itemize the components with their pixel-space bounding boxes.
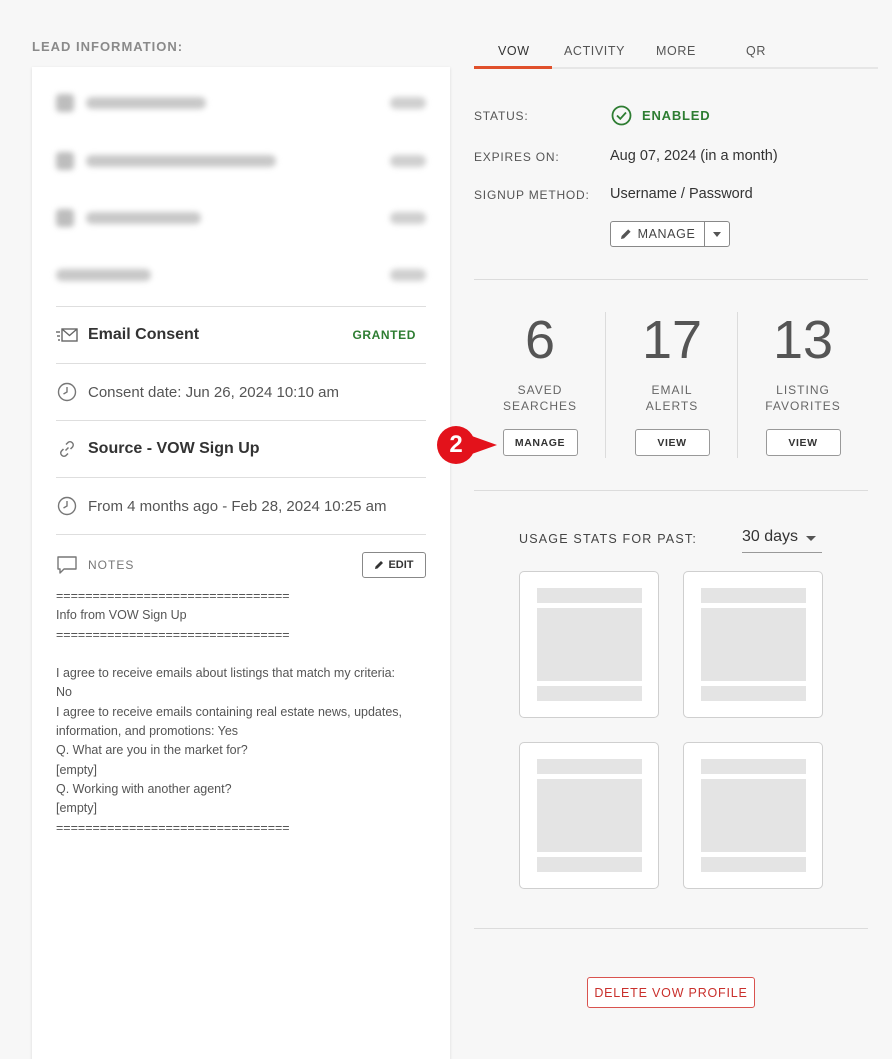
stat-listing-favorites: 13 LISTING FAVORITES VIEW: [737, 310, 869, 456]
tab-vow[interactable]: VOW: [498, 44, 530, 58]
status-value: ENABLED: [611, 105, 710, 126]
notes-line: No: [56, 685, 72, 700]
step-annotation-badge: 2: [437, 426, 497, 464]
notes-line: [empty]: [56, 762, 97, 777]
notes-header: NOTES EDIT: [56, 534, 426, 594]
blurred-contact-email: [56, 147, 426, 175]
notes-line: I agree to receive emails about listings…: [56, 666, 396, 681]
stat-label-line: FAVORITES: [765, 399, 841, 413]
stat-label: LISTING FAVORITES: [737, 382, 869, 414]
usage-stat-placeholder: [683, 571, 823, 718]
notes-label: NOTES: [88, 557, 135, 572]
lead-info-heading: LEAD INFORMATION:: [32, 39, 184, 54]
notes-line: ================================: [56, 820, 290, 835]
check-circle-icon: [611, 105, 632, 126]
stat-number: 6: [524, 310, 556, 370]
edit-notes-label: EDIT: [388, 558, 414, 571]
notes-line: Q. What are you in the market for?: [56, 743, 248, 758]
view-email-alerts-button[interactable]: VIEW: [634, 429, 710, 456]
stat-number: 17: [641, 310, 703, 370]
consent-date-row: Consent date: Jun 26, 2024 10:10 am: [56, 363, 426, 420]
manage-split-button: MANAGE: [610, 221, 730, 247]
blurred-contact-phone: [56, 204, 426, 232]
source-date-row: From 4 months ago - Feb 28, 2024 10:25 a…: [56, 477, 426, 534]
notes-line: Q. Working with another agent?: [56, 781, 232, 796]
status-text: ENABLED: [642, 108, 711, 123]
stat-number: 13: [772, 310, 834, 370]
stat-label-line: EMAIL: [651, 383, 693, 397]
manage-saved-searches-button[interactable]: MANAGE: [502, 429, 578, 456]
delete-vow-profile-button[interactable]: DELETE VOW PROFILE: [587, 977, 755, 1008]
email-consent-row: Email Consent GRANTED: [56, 306, 426, 363]
tab-activity[interactable]: ACTIVITY: [564, 44, 625, 58]
manage-signup-label: MANAGE: [637, 227, 696, 241]
stat-label-line: SAVED: [517, 383, 563, 397]
pencil-icon: [375, 560, 384, 569]
divider: [474, 279, 868, 280]
stat-label: EMAIL ALERTS: [606, 382, 738, 414]
stat-label-line: SEARCHES: [502, 399, 578, 413]
manage-signup-button[interactable]: MANAGE: [611, 222, 705, 246]
view-listing-favorites-button[interactable]: VIEW: [765, 429, 841, 456]
usage-period-select[interactable]: 30 days: [742, 528, 822, 553]
usage-stat-placeholder: [683, 742, 823, 889]
stat-email-alerts: 17 EMAIL ALERTS VIEW: [606, 310, 738, 456]
tab-qr[interactable]: QR: [746, 44, 766, 58]
manage-dropdown-toggle[interactable]: [705, 222, 729, 246]
edit-notes-button[interactable]: EDIT: [362, 551, 426, 578]
email-send-icon: [56, 324, 78, 346]
blurred-contact-name: [56, 89, 426, 117]
notes-line: [56, 645, 428, 664]
signup-method-value: Username / Password: [610, 186, 753, 202]
pencil-icon: [620, 229, 631, 239]
source-title: Source - VOW Sign Up: [88, 440, 260, 457]
stat-label-line: ALERTS: [645, 399, 699, 413]
consent-status-badge: GRANTED: [352, 328, 416, 342]
source-date: From 4 months ago - Feb 28, 2024 10:25 a…: [88, 497, 387, 515]
blurred-contact-extra: [56, 261, 426, 289]
consent-date: Consent date: Jun 26, 2024 10:10 am: [88, 383, 340, 401]
source-row: Source - VOW Sign Up: [56, 420, 426, 477]
active-tab-indicator: [474, 66, 552, 69]
tab-bar: VOW ACTIVITY MORE QR: [474, 34, 878, 69]
notes-line: ================================: [56, 589, 290, 603]
divider: [474, 490, 868, 491]
tab-more[interactable]: MORE: [656, 44, 696, 58]
usage-stat-placeholder: [519, 742, 659, 889]
clock-icon: [56, 495, 78, 517]
notes-line: Info from VOW Sign Up: [56, 608, 187, 623]
signup-method-label: SIGNUP METHOD:: [474, 188, 590, 202]
chevron-down-icon: [713, 231, 721, 237]
usage-stats-label: USAGE STATS FOR PAST:: [519, 532, 698, 546]
arrow-right-icon: [469, 435, 497, 455]
notes-line: [empty]: [56, 801, 97, 816]
stat-label: SAVED SEARCHES: [474, 382, 606, 414]
expires-value: Aug 07, 2024 (in a month): [610, 148, 778, 164]
expires-label: EXPIRES ON:: [474, 150, 560, 164]
notes-line: ================================: [56, 627, 290, 642]
notes-body: ================================ Info fr…: [56, 587, 428, 838]
divider: [474, 928, 868, 929]
stat-label-line: LISTING: [776, 383, 830, 397]
comment-icon: [56, 554, 78, 576]
usage-stat-placeholder: [519, 571, 659, 718]
caret-down-icon: [806, 536, 817, 541]
email-consent-title: Email Consent: [88, 326, 200, 343]
status-label: STATUS:: [474, 109, 529, 123]
notes-line: information, and promotions: Yes: [56, 724, 239, 739]
clock-icon: [56, 381, 78, 403]
usage-period-value: 30 days: [742, 528, 799, 545]
link-icon: [56, 438, 78, 460]
notes-line: I agree to receive emails containing rea…: [56, 704, 403, 719]
lead-info-card: Email Consent GRANTED Consent date: Jun …: [32, 67, 450, 1059]
